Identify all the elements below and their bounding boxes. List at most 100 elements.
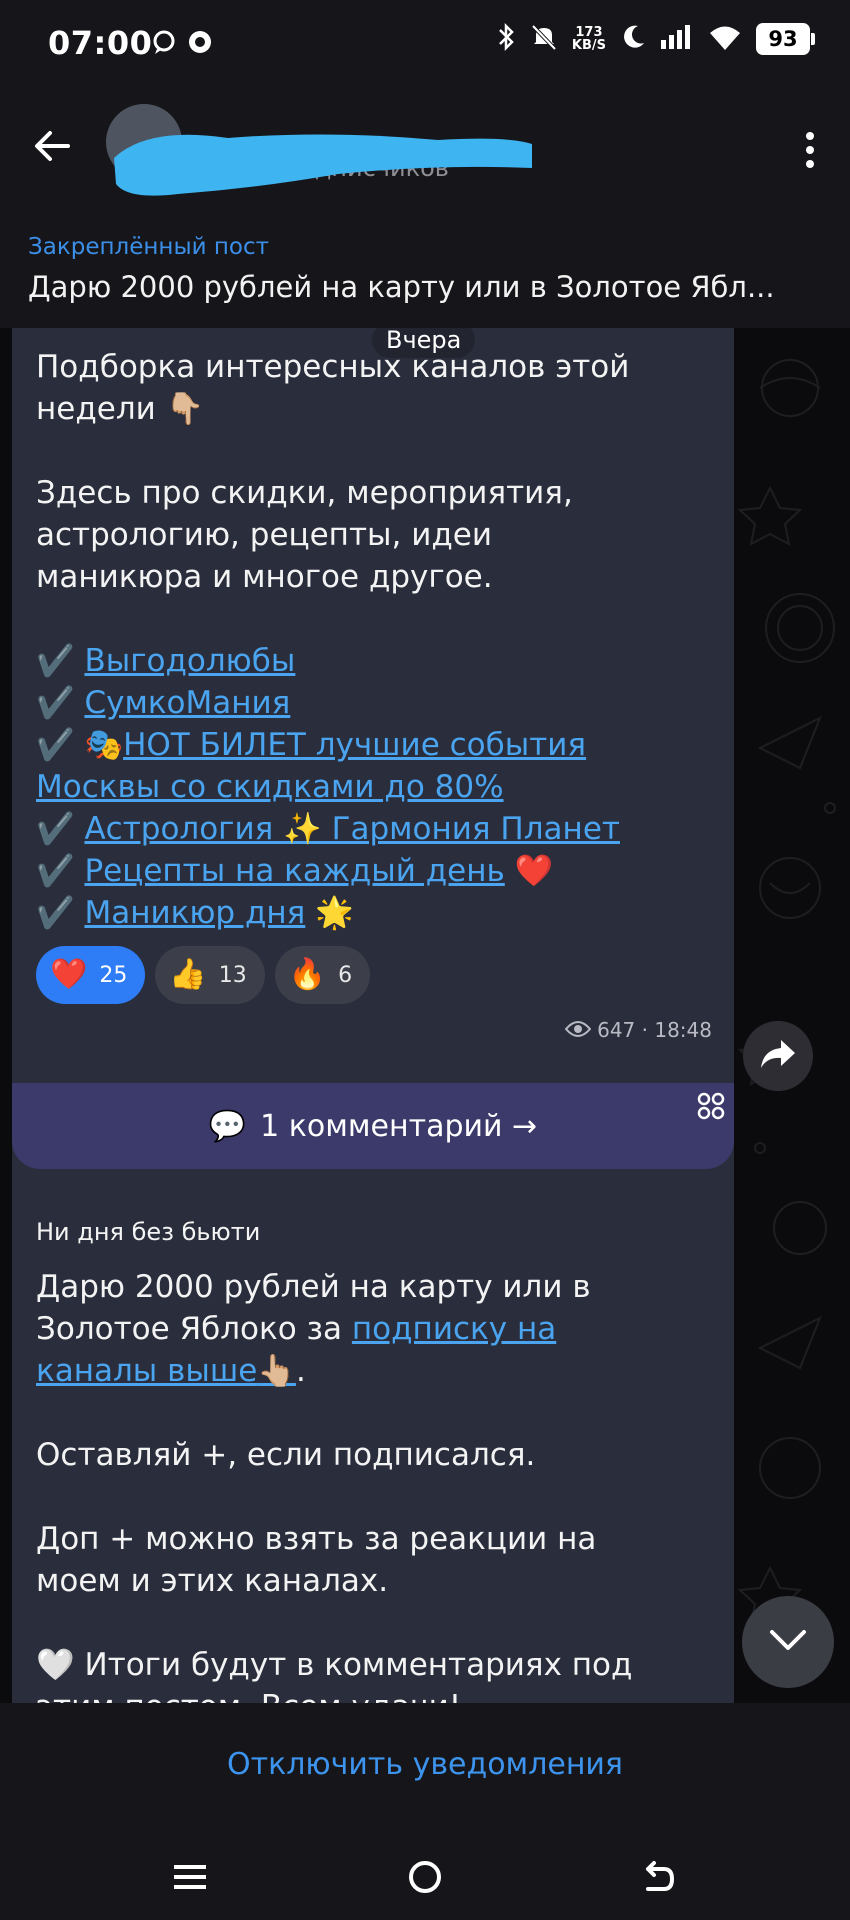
- channel-link-row: ✔️ Выгодолюбы: [36, 640, 716, 682]
- scroll-down-button[interactable]: [742, 1596, 834, 1688]
- home-icon[interactable]: [403, 1855, 447, 1899]
- chevron-down-icon: [768, 1628, 808, 1656]
- signal-icon: [660, 24, 694, 54]
- date-pill: Вчера: [372, 328, 476, 358]
- post2-line: [36, 1476, 706, 1518]
- heart-emoji: ❤️: [504, 853, 554, 889]
- subscription-link[interactable]: каналы выше👆🏼: [36, 1353, 296, 1389]
- more-vert-icon[interactable]: [804, 130, 816, 170]
- status-bar: 07:00 173 KB/S 93: [0, 0, 850, 90]
- redaction-scribble: [114, 134, 532, 196]
- comments-button[interactable]: 💬 1 комментарий →: [12, 1083, 734, 1169]
- system-nav-bar: [0, 1833, 850, 1920]
- channel-link[interactable]: Рецепты на каждый день: [84, 853, 504, 889]
- post2-text: .: [295, 1353, 306, 1389]
- channel-link-row: ✔️ Астрология ✨ Гармония Планет: [36, 808, 716, 850]
- status-time: 07:00: [48, 24, 153, 62]
- channel-link-row: ✔️ Рецепты на каждый день ❤️: [36, 850, 716, 892]
- moon-icon: [620, 23, 646, 55]
- post2-line: Оставляй +, если подписался.: [36, 1437, 536, 1473]
- checkmark-emoji: ✔️: [36, 727, 85, 763]
- post1-body: Подборка интересных каналов этой недели …: [36, 346, 716, 934]
- checkmark-emoji: ✔️: [36, 643, 85, 679]
- thumbs-up-icon: 👍: [169, 957, 207, 992]
- views-and-time: 647 · 18:48: [597, 1018, 712, 1042]
- reaction-count: 13: [218, 962, 247, 988]
- heart-icon: ❤️: [50, 957, 88, 992]
- post2-line: этим постом. Всем удачи!: [36, 1686, 706, 1703]
- post2-author: Ни дня без бьюти: [36, 1218, 261, 1246]
- channel-link[interactable]: СумкоМания: [84, 685, 290, 721]
- post2-text: Золотое Яблоко за: [36, 1311, 352, 1347]
- app-notification-icon: [186, 28, 214, 56]
- bottom-action-bar: Отключить уведомления: [0, 1703, 850, 1833]
- channel-link[interactable]: Выгодолюбы: [84, 643, 295, 679]
- theater-emoji: 🎭: [84, 727, 124, 763]
- grid-icon[interactable]: [696, 1091, 726, 1121]
- post2-line: Дарю 2000 рублей на карту или в: [36, 1269, 591, 1305]
- share-button[interactable]: [743, 1021, 813, 1091]
- channel-link-row: ✔️ 🎭НОТ БИЛЕТ лучшие события: [36, 724, 716, 766]
- subscription-link[interactable]: подписку на: [352, 1311, 556, 1347]
- channel-link-row: Москвы со скидками до 80%: [36, 766, 716, 808]
- status-left-icons: [150, 28, 214, 56]
- post2-line: Доп + можно взять за реакции на: [36, 1521, 597, 1557]
- post2-line: [36, 1392, 706, 1434]
- message-bubble-post2[interactable]: Ни дня без бьюти Дарю 2000 рублей на кар…: [12, 1196, 734, 1703]
- star-emoji: 🌟: [305, 895, 354, 931]
- net-speed-unit: KB/S: [571, 38, 606, 53]
- channel-link[interactable]: Астрология ✨ Гармония Планет: [84, 811, 620, 847]
- reaction-fire[interactable]: 🔥 6: [274, 946, 371, 1004]
- pinned-label: Закреплённый пост: [28, 234, 270, 260]
- channel-header: 4 467 подписчиков: [0, 90, 850, 219]
- eye-icon: [564, 1018, 592, 1042]
- reaction-thumbs-up[interactable]: 👍 13: [155, 946, 265, 1004]
- mute-notifications-button[interactable]: Отключить уведомления: [0, 1747, 850, 1782]
- back-arrow-icon[interactable]: [30, 124, 74, 168]
- net-speed: 173 KB/S: [572, 26, 606, 52]
- post1-line: [36, 430, 716, 472]
- chat-area[interactable]: Подборка интересных каналов этой недели …: [0, 328, 850, 1703]
- bluetooth-icon: [496, 22, 516, 56]
- checkmark-emoji: ✔️: [36, 853, 85, 889]
- channel-link[interactable]: Маникюр дня: [84, 895, 305, 931]
- reaction-count: 25: [99, 962, 128, 988]
- reaction-heart[interactable]: ❤️ 25: [36, 946, 146, 1004]
- post2-line: [36, 1602, 706, 1644]
- link-text: каналы выше: [36, 1353, 258, 1389]
- channel-link-row: ✔️ СумкоМания: [36, 682, 716, 724]
- checkmark-emoji: ✔️: [36, 811, 85, 847]
- mute-bell-icon: [530, 22, 558, 56]
- back-nav-icon[interactable]: [636, 1855, 680, 1899]
- checkmark-emoji: ✔️: [36, 685, 85, 721]
- post2-body: Дарю 2000 рублей на карту или в Золотое …: [36, 1266, 706, 1703]
- post2-line: каналы выше👆🏼.: [36, 1350, 706, 1392]
- post2-line: моем и этих каналах.: [36, 1563, 389, 1599]
- post2-line: Золотое Яблоко за подписку на: [36, 1308, 706, 1350]
- channel-link-row: ✔️ Маникюр дня 🌟: [36, 892, 716, 934]
- fire-icon: 🔥: [288, 957, 327, 992]
- post1-line: [36, 598, 716, 640]
- post1-line: Здесь про скидки, мероприятия,: [36, 475, 573, 511]
- wifi-icon: [708, 23, 742, 55]
- chat-bubble-icon: [150, 28, 178, 56]
- battery-indicator: 93: [756, 23, 815, 55]
- status-right-icons: 173 KB/S 93: [496, 22, 815, 56]
- reaction-count: 6: [338, 962, 353, 988]
- speech-bubble-emoji: 💬: [208, 1108, 247, 1144]
- post1-line: недели 👇🏼: [36, 391, 205, 427]
- post1-line: астрологию, рецепты, идеи: [36, 517, 492, 553]
- channel-link[interactable]: Москвы со скидками до 80%: [36, 769, 504, 805]
- pinned-text: Дарю 2000 рублей на карту или в Золотое …: [28, 270, 775, 304]
- pointing-up-emoji: 👆🏼: [257, 1353, 296, 1389]
- checkmark-emoji: ✔️: [36, 895, 85, 931]
- post2-line: 🤍 Итоги будут в комментариях под: [36, 1647, 633, 1683]
- reactions-row: ❤️ 25 👍 13 🔥 6: [36, 946, 371, 1004]
- menu-icon[interactable]: [168, 1855, 212, 1899]
- post1-line: маникюра и многое другое.: [36, 559, 493, 595]
- share-icon: [759, 1038, 797, 1074]
- pinned-message-bar[interactable]: Закреплённый пост Дарю 2000 рублей на ка…: [0, 218, 850, 328]
- channel-link[interactable]: НОТ БИЛЕТ лучшие события: [123, 727, 586, 763]
- message-meta: 647 · 18:48: [564, 1018, 712, 1042]
- comments-label: 1 комментарий →: [260, 1108, 538, 1144]
